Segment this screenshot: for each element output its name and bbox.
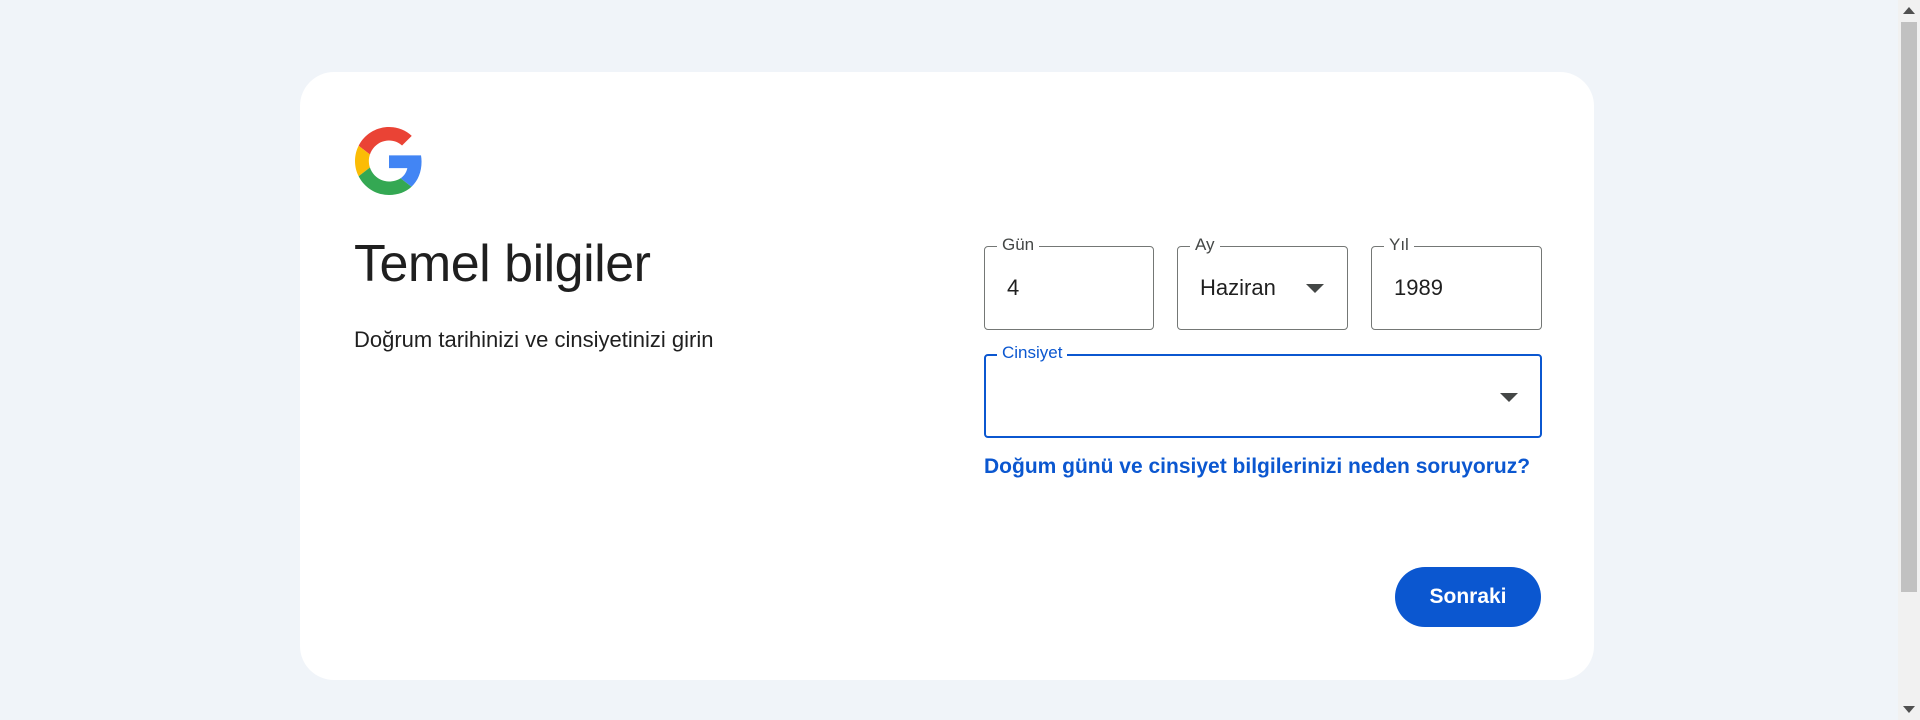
month-select[interactable]: Ay Haziran	[1177, 235, 1348, 330]
day-field-value[interactable]: 4	[1007, 247, 1019, 329]
page-subtitle: Doğrum tarihinizi ve cinsiyetinizi girin	[354, 327, 714, 352]
scroll-up-arrow-icon[interactable]	[1903, 7, 1915, 14]
google-logo-icon	[355, 127, 422, 195]
page-title: Temel bilgiler	[354, 235, 651, 293]
scrollbar-thumb[interactable]	[1901, 22, 1917, 592]
year-field[interactable]: Yıl 1989	[1371, 235, 1542, 330]
chevron-down-icon[interactable]	[1306, 284, 1324, 293]
scroll-down-arrow-icon[interactable]	[1903, 706, 1915, 713]
signup-card: Temel bilgiler Doğrum tarihinizi ve cins…	[300, 72, 1594, 680]
year-field-value[interactable]: 1989	[1394, 247, 1443, 329]
why-ask-link[interactable]: Doğum günü ve cinsiyet bilgilerinizi ned…	[984, 455, 1530, 479]
vertical-scrollbar[interactable]	[1898, 0, 1920, 720]
day-field[interactable]: Gün 4	[984, 235, 1154, 330]
page: Temel bilgiler Doğrum tarihinizi ve cins…	[0, 0, 1920, 720]
gender-select-label: Cinsiyet	[997, 343, 1068, 363]
gender-select[interactable]: Cinsiyet	[984, 343, 1542, 438]
next-button[interactable]: Sonraki	[1395, 567, 1541, 627]
chevron-down-icon[interactable]	[1500, 393, 1518, 402]
month-select-value[interactable]: Haziran	[1200, 247, 1276, 329]
